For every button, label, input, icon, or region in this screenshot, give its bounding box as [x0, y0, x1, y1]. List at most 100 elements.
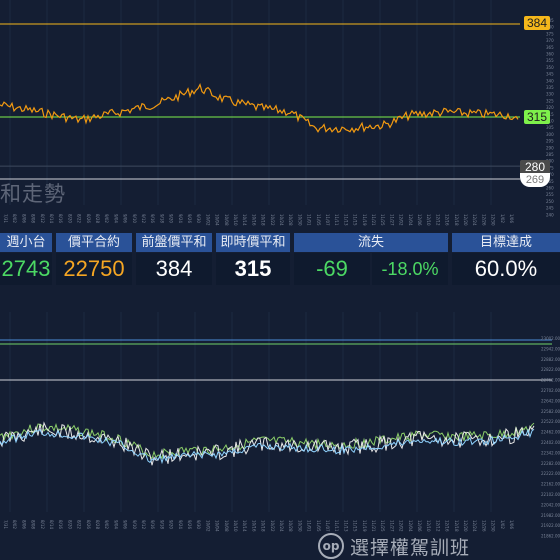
- price-sum-line: [0, 82, 519, 134]
- x-tick-label: 11/21: [371, 520, 376, 532]
- x-tick-label: 9/16: [150, 214, 155, 223]
- x-tick-label: 9/02: [104, 214, 109, 223]
- y-tick-label: 22702.00: [541, 388, 560, 393]
- x-tick-label: 12/12: [435, 520, 440, 532]
- x-tick-label: 11/27: [389, 214, 394, 226]
- x-tick-label: 12/20: [463, 214, 468, 226]
- x-tick-label: 11/05: [316, 214, 321, 226]
- y-tick-label: 295: [546, 139, 554, 144]
- low-price-tag: 280: [520, 160, 550, 174]
- header-atm-contract: 價平合約: [56, 233, 132, 252]
- y-tick-label: 375: [546, 31, 554, 36]
- x-tick-label: 9/24: [178, 214, 183, 223]
- y-tick-label: 22462.00: [541, 430, 560, 435]
- x-tick-label: 9/16: [150, 520, 155, 529]
- x-tick-label: 12/30: [491, 520, 496, 532]
- x-tick-label: 10/24: [279, 214, 284, 226]
- x-tick-label: 8/16: [58, 520, 63, 529]
- x-tick-label: 9/20: [169, 214, 174, 223]
- x-tick-label: 11/01: [307, 214, 312, 226]
- x-tick-label: 11/07: [325, 520, 330, 532]
- x-tick-label: 8/06: [21, 520, 26, 529]
- x-tick-label: 12/26: [481, 214, 486, 226]
- y-tick-label: 22282.00: [541, 461, 560, 466]
- x-tick-label: 11/13: [343, 214, 348, 226]
- y-tick-label: 345: [546, 72, 554, 77]
- x-tick-label: 9/26: [187, 520, 192, 529]
- x-tick-label: 12/02: [399, 520, 404, 532]
- x-tick-label: 9/12: [141, 214, 146, 223]
- x-tick-label: 8/08: [31, 214, 36, 223]
- x-tick-label: 10/02: [205, 214, 210, 226]
- y-tick-label: 350: [546, 65, 554, 70]
- y-tick-label: 22342.00: [541, 450, 560, 455]
- x-tick-label: 7/31: [3, 520, 8, 529]
- price-sum-chart: 3853803753703653603553503453403353303253…: [0, 0, 554, 226]
- x-tick-label: 1/06: [509, 214, 514, 223]
- y-tick-label: 245: [546, 206, 554, 211]
- x-tick-label: 12/06: [417, 214, 422, 226]
- y-tick-label: 340: [546, 78, 554, 83]
- y-tick-label: 23002.00: [541, 336, 560, 341]
- x-tick-label: 11/01: [307, 520, 312, 532]
- y-tick-label: 325: [546, 98, 554, 103]
- y-tick-label: 22882.00: [541, 357, 560, 362]
- x-tick-label: 9/04: [113, 520, 118, 529]
- x-tick-label: 1/06: [509, 520, 514, 529]
- x-tick-label: 10/28: [288, 214, 293, 226]
- x-tick-label: 11/15: [353, 520, 358, 532]
- x-tick-label: 12/04: [408, 520, 413, 532]
- target-value: 60.0%: [452, 253, 560, 285]
- x-tick-label: 12/06: [417, 520, 422, 532]
- x-tick-label: 9/30: [196, 520, 201, 529]
- brand-logo-icon: op: [318, 533, 344, 559]
- brand-name: 選擇權駕訓班: [350, 536, 471, 559]
- x-tick-label: 9/18: [159, 214, 164, 223]
- y-tick-label: 21922.00: [541, 523, 560, 528]
- x-tick-label: 12/10: [426, 520, 431, 532]
- contract-week-value: 2743: [0, 253, 52, 285]
- x-tick-label: 9/30: [196, 214, 201, 223]
- x-tick-label: 10/16: [251, 214, 256, 226]
- y-tick-label: 22642.00: [541, 398, 560, 403]
- x-tick-label: 11/11: [334, 520, 339, 532]
- x-tick-label: 12/04: [408, 214, 413, 226]
- x-tick-label: 7/31: [3, 214, 8, 223]
- x-tick-label: 10/10: [233, 214, 238, 226]
- y-tick-label: 22402.00: [541, 440, 560, 445]
- x-tick-label: 12/24: [472, 214, 477, 226]
- x-tick-label: 12/12: [435, 214, 440, 226]
- x-tick-label: 1/02: [500, 520, 505, 529]
- x-tick-label: 8/28: [95, 520, 100, 529]
- high-price-tag: 384: [523, 16, 550, 30]
- x-tick-label: 10/22: [270, 520, 275, 532]
- y-tick-label: 355: [546, 58, 554, 63]
- x-tick-label: 8/02: [12, 520, 17, 529]
- x-tick-label: 12/30: [491, 214, 496, 226]
- y-tick-label: 360: [546, 52, 554, 57]
- x-tick-label: 8/08: [31, 520, 36, 529]
- header-contract-week: 週小台: [0, 233, 52, 252]
- x-tick-label: 9/06: [123, 214, 128, 223]
- y-tick-label: 255: [546, 192, 554, 197]
- atm-contract-value: 22750: [56, 253, 132, 285]
- x-tick-label: 10/14: [242, 520, 247, 532]
- x-tick-label: 9/26: [187, 214, 192, 223]
- x-tick-label: 11/13: [343, 520, 348, 532]
- x-tick-label: 10/18: [261, 520, 266, 532]
- x-tick-label: 12/20: [463, 520, 468, 532]
- header-target: 目標達成: [452, 233, 560, 252]
- x-tick-label: 11/15: [353, 214, 358, 226]
- x-tick-label: 12/16: [445, 214, 450, 226]
- x-tick-label: 8/20: [67, 214, 72, 223]
- prev-sum-value: 384: [136, 253, 212, 285]
- header-live-sum: 即時價平和: [216, 233, 290, 252]
- y-tick-label: 250: [546, 199, 554, 204]
- x-tick-label: 9/18: [159, 520, 164, 529]
- x-tick-label: 11/07: [325, 214, 330, 226]
- x-tick-label: 8/14: [49, 520, 54, 529]
- y-tick-label: 300: [546, 132, 554, 137]
- y-tick-label: 22102.00: [541, 492, 560, 497]
- x-tick-label: 12/18: [454, 520, 459, 532]
- x-tick-label: 9/04: [113, 214, 118, 223]
